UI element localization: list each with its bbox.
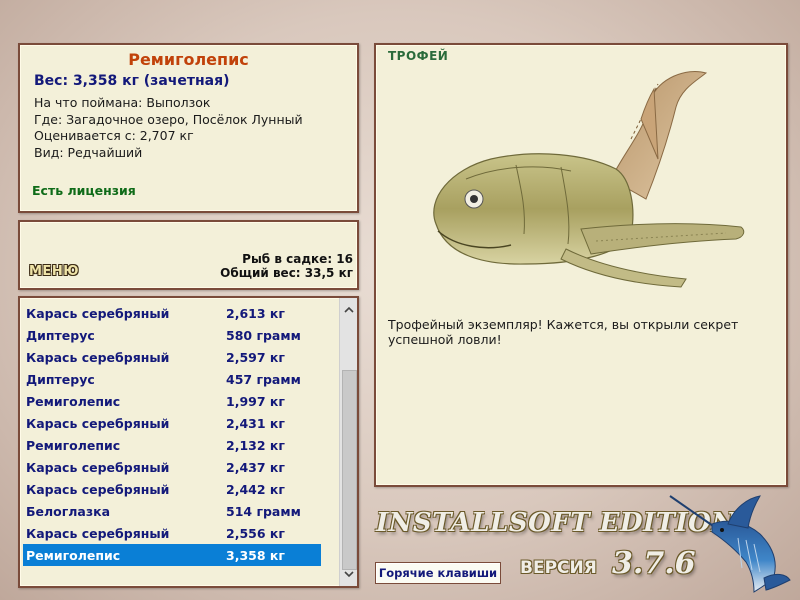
catch-list-scrollbar[interactable] xyxy=(339,298,357,586)
fish-species: Карась серебряный xyxy=(26,459,170,475)
fish-weight-value: 2,613 кг xyxy=(226,305,285,321)
caught-on-text: На что поймана: Выползок xyxy=(34,95,211,110)
fish-species: Карась серебряный xyxy=(26,481,170,497)
fish-weight-value: 2,597 кг xyxy=(226,349,285,365)
total-weight: Общий вес: 33,5 кг xyxy=(220,266,353,280)
fish-weight-value: 580 грамм xyxy=(226,327,301,343)
fish-species: Ремиголепис xyxy=(26,547,121,563)
menu-button[interactable]: МЕНЮ xyxy=(29,264,79,279)
catch-list-rows: Карась серебряный 2,613 кг Диптерус 580 гра… xyxy=(23,302,321,566)
list-item[interactable]: Ремиголепис 1,997 кг xyxy=(23,390,321,412)
menu-panel: МЕНЮ Рыб в садке: 16 Общий вес: 33,5 кг xyxy=(18,220,359,290)
remigolepis-fish-image xyxy=(433,71,745,288)
scrollbar-thumb[interactable] xyxy=(342,370,357,570)
fish-weight-value: 2,556 кг xyxy=(226,525,285,541)
fish-weight-value: 1,997 кг xyxy=(226,393,285,409)
fish-species: Белоглазка xyxy=(26,503,111,519)
list-item[interactable]: Карась серебряный 2,442 кг xyxy=(23,478,321,500)
list-item[interactable]: Карась серебряный 2,556 кг xyxy=(23,522,321,544)
list-item[interactable]: Диптерус 457 грамм xyxy=(23,368,321,390)
list-item[interactable]: Ремиголепис 3,358 кг xyxy=(23,544,321,566)
license-status: Есть лицензия xyxy=(32,183,136,198)
kind-text: Вид: Редчайший xyxy=(34,144,143,160)
list-item[interactable]: Карась серебряный 2,613 кг xyxy=(23,302,321,324)
list-item[interactable]: Диптерус 580 грамм xyxy=(23,324,321,346)
chevron-down-icon[interactable] xyxy=(340,566,357,583)
trophy-description: Трофейный экземпляр! Кажется, вы открыли… xyxy=(388,317,739,347)
fish-weight-value: 457 грамм xyxy=(226,371,301,387)
fish-species: Карась серебряный xyxy=(26,305,170,321)
fish-details: На что поймана: Выползок Где: Загадочное… xyxy=(34,95,303,161)
fish-weight-value: 514 грамм xyxy=(226,503,301,519)
fish-species: Диптерус xyxy=(26,327,95,343)
fish-count: Рыб в садке: 16 xyxy=(242,252,353,266)
list-item[interactable]: Карась серебряный 2,431 кг xyxy=(23,412,321,434)
fish-species: Карась серебряный xyxy=(26,525,170,541)
list-item[interactable]: Белоглазка 514 грамм xyxy=(23,500,321,522)
catch-list[interactable]: Карась серебряный 2,613 кг Диптерус 580 гра… xyxy=(18,296,359,588)
fish-weight-value: 3,358 кг xyxy=(226,547,285,563)
valued-from-text: Оценивается с: 2,707 кг xyxy=(34,128,194,143)
version-label: ВЕРСИЯ xyxy=(520,558,597,578)
fish-name: Ремиголепис xyxy=(128,50,249,69)
fish-weight-value: 2,132 кг xyxy=(226,437,285,453)
fish-species: Ремиголепис xyxy=(26,437,121,453)
list-item[interactable]: Ремиголепис 2,132 кг xyxy=(23,434,321,456)
fish-weight-value: 2,442 кг xyxy=(226,481,285,497)
hotkeys-button[interactable]: Горячие клавиши xyxy=(375,562,501,584)
fish-info-panel: Ремиголепис Вес: 3,358 кг (зачетная) На … xyxy=(18,43,359,213)
fish-weight: Вес: 3,358 кг (зачетная) xyxy=(34,73,230,89)
fish-weight-value: 2,431 кг xyxy=(226,415,285,431)
list-item[interactable]: Карась серебряный 2,437 кг xyxy=(23,456,321,478)
keepnet-stats: Рыб в садке: 16 Общий вес: 33,5 кг xyxy=(220,252,353,280)
fish-species: Ремиголепис xyxy=(26,393,121,409)
fish-weight-value: 2,437 кг xyxy=(226,459,285,475)
marlin-logo-icon xyxy=(669,495,791,593)
fish-species: Диптерус xyxy=(26,371,95,387)
trophy-panel: ТРОФЕЙ Трофейный экземпляр! Кажется, вы … xyxy=(374,43,788,487)
location-text: Где: Загадочное озеро, Посёлок Лунный xyxy=(34,111,303,127)
fish-species: Карась серебряный xyxy=(26,349,170,365)
list-item[interactable]: Карась серебряный 2,597 кг xyxy=(23,346,321,368)
chevron-up-icon[interactable] xyxy=(340,301,357,318)
fish-species: Карась серебряный xyxy=(26,415,170,431)
